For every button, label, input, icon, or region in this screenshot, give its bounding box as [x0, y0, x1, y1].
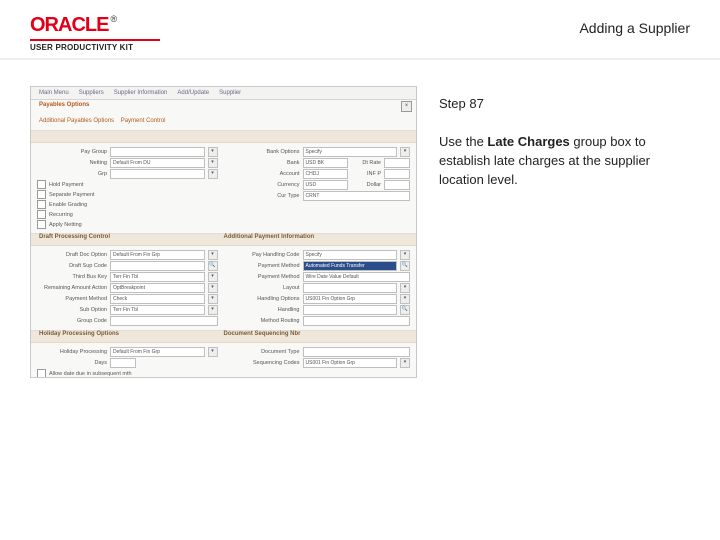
panel-title: Payables Options — [31, 100, 416, 118]
chevron-down-icon[interactable]: ▾ — [400, 147, 410, 157]
netting-field[interactable]: Default From DU — [110, 158, 205, 168]
third-bus-field[interactable]: Terr Fin Tbl — [110, 272, 205, 282]
checkbox[interactable] — [37, 190, 46, 199]
panel-subtitle: Additional Payables Options Payment Cont… — [31, 118, 416, 131]
chevron-down-icon[interactable]: ▾ — [208, 158, 218, 168]
chevron-down-icon[interactable]: ▾ — [208, 272, 218, 282]
chevron-down-icon[interactable]: ▾ — [400, 358, 410, 368]
chevron-down-icon[interactable]: ▾ — [400, 283, 410, 293]
grp-field[interactable] — [110, 169, 205, 179]
app-screenshot: Main Menu Suppliers Supplier Information… — [30, 86, 417, 378]
account-field[interactable]: CHDJ — [303, 169, 349, 179]
section-header — [224, 131, 409, 142]
section-header: Holiday Processing Options — [39, 331, 224, 342]
brand-tm: ® — [110, 14, 117, 24]
lookup-icon[interactable]: 🔍 — [208, 261, 218, 271]
brand-rule — [30, 39, 160, 41]
close-icon[interactable]: × — [401, 101, 412, 112]
chevron-down-icon[interactable]: ▾ — [208, 283, 218, 293]
pay-group-field[interactable] — [110, 147, 205, 157]
draft-doc-field[interactable]: Default From Fin Grp — [110, 250, 205, 260]
section-header — [39, 131, 224, 142]
holiday-proc-field[interactable]: Default From Fin Grp — [110, 347, 205, 357]
bank-field[interactable]: USD BK — [303, 158, 349, 168]
checkbox[interactable] — [37, 220, 46, 229]
chevron-down-icon[interactable]: ▾ — [208, 250, 218, 260]
handling-opt-field[interactable]: US001 Fin Option Grp — [303, 294, 398, 304]
menu-item[interactable]: Main Menu — [39, 90, 69, 96]
routing-field[interactable] — [303, 316, 411, 326]
header: ORACLE® USER PRODUCTIVITY KIT Adding a S… — [0, 0, 720, 58]
lookup-icon[interactable]: 🔍 — [400, 305, 410, 315]
chevron-down-icon[interactable]: ▾ — [208, 305, 218, 315]
checkbox[interactable] — [37, 180, 46, 189]
payment-method-field[interactable]: Automated Funds Transfer — [303, 261, 398, 271]
checkbox[interactable] — [37, 210, 46, 219]
checkbox[interactable] — [37, 200, 46, 209]
payment-method-2-field[interactable]: Wire Date Value Default — [303, 272, 411, 282]
instruction-text: Use the Late Charges group box to establ… — [439, 133, 690, 190]
layout-field[interactable] — [303, 283, 398, 293]
chevron-down-icon[interactable]: ▾ — [208, 169, 218, 179]
section-header: Draft Processing Control — [39, 234, 224, 245]
chevron-down-icon[interactable]: ▾ — [208, 147, 218, 157]
menu-item[interactable]: Supplier — [219, 90, 241, 96]
menu-bar: Main Menu Suppliers Supplier Information… — [31, 87, 416, 100]
menu-item[interactable]: Add/Update — [177, 90, 209, 96]
days-field[interactable] — [110, 358, 136, 368]
group-code-field[interactable] — [110, 316, 218, 326]
section-header: Additional Payment Information — [224, 234, 409, 245]
chevron-down-icon[interactable]: ▾ — [208, 294, 218, 304]
section-holiday: Holiday ProcessingDefault From Fin Grp▾ … — [31, 343, 416, 378]
menu-item[interactable]: Suppliers — [79, 90, 104, 96]
section-draft: Draft Doc OptionDefault From Fin Grp▾ Dr… — [31, 246, 416, 331]
step-label: Step 87 — [439, 96, 690, 111]
lookup-icon[interactable]: 🔍 — [400, 261, 410, 271]
menu-item[interactable]: Supplier Information — [114, 90, 168, 96]
chevron-down-icon[interactable]: ▾ — [208, 347, 218, 357]
brand-name: ORACLE — [30, 14, 108, 36]
cur-type-field[interactable]: CRNT — [303, 191, 411, 201]
draft-sup-field[interactable] — [110, 261, 205, 271]
rem-amt-field[interactable]: OptBreakpoint — [110, 283, 205, 293]
handling-code-field[interactable]: Specify — [303, 250, 398, 260]
section-header: Document Sequencing Nbr — [224, 331, 409, 342]
section-general: Pay Group▾ NettingDefault From DU▾ Grp▾ … — [31, 143, 416, 234]
handling-field[interactable] — [303, 305, 398, 315]
chevron-down-icon[interactable]: ▾ — [400, 250, 410, 260]
checkbox[interactable] — [37, 369, 46, 378]
bank-options-field[interactable]: Specify — [303, 147, 398, 157]
page-title: Adding a Supplier — [579, 20, 690, 36]
brand-sub: USER PRODUCTIVITY KIT — [30, 43, 160, 52]
doc-type-field[interactable] — [303, 347, 411, 357]
pay-method-field[interactable]: Check — [110, 294, 205, 304]
currency-field[interactable]: USD — [303, 180, 349, 190]
sub-option-field[interactable]: Terr Fin Tbl — [110, 305, 205, 315]
seq-codes-field[interactable]: US001 Fin Option Grp — [303, 358, 398, 368]
chevron-down-icon[interactable]: ▾ — [400, 294, 410, 304]
brand-block: ORACLE® USER PRODUCTIVITY KIT — [30, 14, 160, 52]
